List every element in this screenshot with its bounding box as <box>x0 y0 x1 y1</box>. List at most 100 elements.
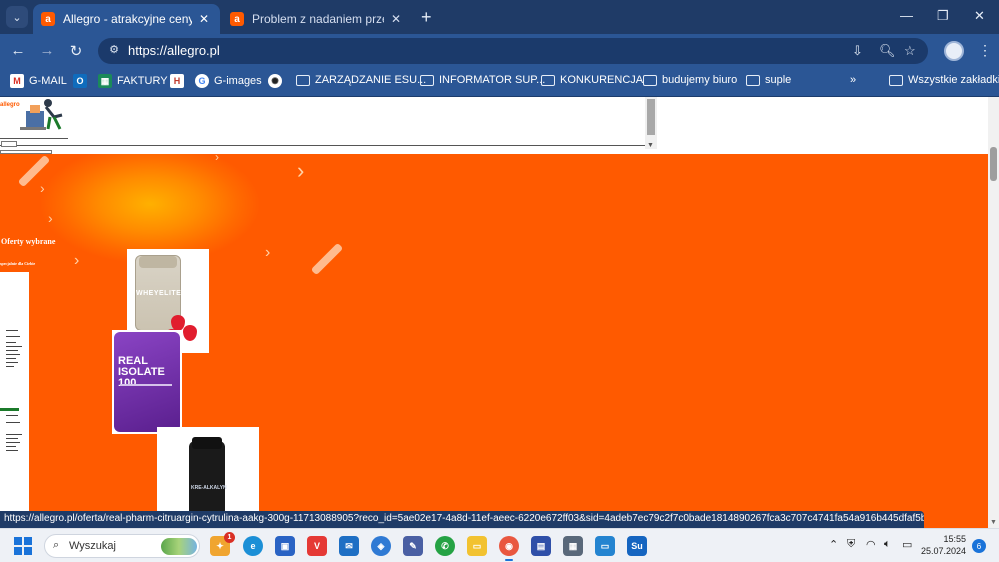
product-image: REAL ISOLATE 100 <box>114 332 180 432</box>
spreadsheet-icon: ▦ <box>98 74 112 88</box>
save-icon[interactable]: ▤ <box>531 536 551 556</box>
chevron-right-icon: › <box>74 252 80 269</box>
banner-decoration <box>17 154 51 188</box>
tab-title: Allegro - atrakcyjne ceny - Stron <box>63 12 192 26</box>
su-app-icon[interactable]: Su <box>627 536 647 556</box>
windows-taskbar: ⌕ Wyszukaj ✦ 1 e ▣ V ✉ ◈ ✎ ✆ ▭ ◉ ▤ ▦ ▭ Su… <box>0 528 999 562</box>
bookmark-chatgpt[interactable]: ✺ <box>268 74 287 88</box>
chevron-right-icon: › <box>215 150 219 164</box>
delivery-illustration-icon <box>20 99 63 130</box>
bookmarks-bar: M G-MAIL O ▦ FAKTURY H G G-images ✺ ZARZ… <box>0 68 999 97</box>
new-tab-icon[interactable]: + <box>421 7 432 28</box>
edge-icon[interactable]: e <box>243 536 263 556</box>
all-bookmarks-folder[interactable]: Wszystkie zakładki <box>889 74 999 86</box>
product-image: KRE-ALKALYN <box>189 437 227 513</box>
bookmark-folder-informator[interactable]: INFORMATOR SUP... <box>420 74 545 86</box>
vivaldi-icon[interactable]: V <box>307 536 327 556</box>
ms-store-icon[interactable]: ▣ <box>275 536 295 556</box>
folder-icon <box>541 74 555 86</box>
sidebar-column <box>0 272 29 512</box>
banner-decoration <box>310 242 344 276</box>
offers-section-title: Oferty wybrane <box>1 237 56 246</box>
minimize-icon[interactable]: — <box>900 8 913 23</box>
product-card[interactable]: REAL ISOLATE 100 <box>112 330 182 434</box>
taskbar-clock[interactable]: 15:55 25.07.2024 <box>920 533 966 557</box>
back-icon[interactable]: ← <box>8 42 28 59</box>
search-button[interactable] <box>1 141 17 147</box>
scrollbar-thumb[interactable] <box>647 99 655 135</box>
shield-icon[interactable]: ⛨ <box>847 538 855 551</box>
vpn-icon[interactable]: ◈ <box>371 536 391 556</box>
search-bar-line <box>0 145 645 146</box>
strawberry-icon <box>183 325 197 341</box>
zoom-icon[interactable]: 🔍︎ <box>879 43 896 59</box>
scroll-down-icon[interactable]: ▼ <box>647 142 654 149</box>
chevron-up-icon[interactable]: ⌃ <box>829 538 838 551</box>
install-app-icon[interactable]: ⇩ <box>852 43 863 59</box>
bookmark-folder-suple[interactable]: suple <box>746 74 791 86</box>
tab-title: Problem z nadaniem przesyłki - <box>252 12 384 26</box>
tab-strip: ⌄ a Allegro - atrakcyjne ceny - Stron ✕ … <box>0 0 999 34</box>
inner-scrollbar[interactable]: ▼ <box>645 97 657 149</box>
scroll-down-icon[interactable]: ▼ <box>990 519 997 526</box>
bookmark-folder-zarzadzanie[interactable]: ZARZĄDZANIE ESU... <box>296 74 426 86</box>
product-label: WHEYELITE <box>136 290 182 297</box>
folder-icon <box>420 74 434 86</box>
mail-icon[interactable]: ✉ <box>339 536 359 556</box>
allegro-favicon-icon: a <box>41 12 55 26</box>
chatgpt-icon: ✺ <box>268 74 282 88</box>
chevron-right-icon[interactable]: › <box>297 158 304 184</box>
bookmark-g-images[interactable]: G G-images <box>195 74 262 88</box>
forward-icon[interactable]: → <box>37 42 57 59</box>
page-scrollbar[interactable]: ▼ <box>988 97 999 528</box>
window-close-icon[interactable]: ✕ <box>974 8 985 24</box>
folder-icon <box>643 74 657 86</box>
tab-search-button[interactable]: ⌄ <box>6 6 28 28</box>
more-menu-icon[interactable]: ⋮ <box>978 42 992 59</box>
notification-badge[interactable]: 6 <box>972 539 986 553</box>
offers-section-subtitle: specjalnie dla Ciebie <box>0 261 36 266</box>
scrollbar-thumb[interactable] <box>990 147 997 181</box>
allegro-favicon-icon: a <box>230 12 244 26</box>
bookmark-folder-konkurencja[interactable]: KONKURENCJA <box>541 74 643 86</box>
wifi-icon[interactable]: ◠ <box>866 538 876 551</box>
folder-icon <box>296 74 310 86</box>
search-icon: ⌕ <box>53 539 60 551</box>
bookmark-folder-budujemy-biuro[interactable]: budujemy biuro <box>643 74 737 86</box>
store-app-icon[interactable]: ✦ 1 <box>210 532 235 556</box>
remote-desktop-icon[interactable]: ▭ <box>595 536 615 556</box>
photo-editor-icon[interactable]: ✎ <box>403 536 423 556</box>
allegro-logo[interactable]: allegro <box>0 102 20 108</box>
search-highlight-image <box>161 538 197 555</box>
product-label: KRE-ALKALYN <box>191 485 227 491</box>
bookmark-faktury[interactable]: ▦ FAKTURY <box>98 74 168 88</box>
site-info-icon[interactable]: ⚙ <box>106 43 122 59</box>
google-icon: G <box>195 74 209 88</box>
taskbar-search[interactable]: ⌕ Wyszukaj <box>44 534 200 558</box>
profile-avatar[interactable] <box>944 41 964 61</box>
calculator-icon[interactable]: ▦ <box>563 536 583 556</box>
url-text[interactable]: https://allegro.pl <box>128 43 220 58</box>
tab-allegro[interactable]: a Allegro - atrakcyjne ceny - Stron ✕ <box>33 4 220 34</box>
badge-bar <box>0 408 19 411</box>
whatsapp-icon[interactable]: ✆ <box>435 536 455 556</box>
bookmark-star-icon[interactable]: ☆ <box>904 43 916 59</box>
tab-problem[interactable]: a Problem z nadaniem przesyłki - ✕ <box>222 4 412 34</box>
close-icon[interactable]: ✕ <box>196 12 212 26</box>
reload-icon[interactable]: ↻ <box>66 42 86 60</box>
start-icon[interactable] <box>14 537 32 555</box>
chevron-right-icon: › <box>265 244 271 261</box>
battery-icon[interactable]: ▭ <box>902 538 912 551</box>
chrome-icon[interactable]: ◉ <box>499 536 519 561</box>
bookmark-outlook[interactable]: O <box>73 74 92 88</box>
chevron-down-icon: ⌄ <box>12 11 22 24</box>
bookmark-app[interactable]: H <box>170 74 189 88</box>
more-bookmarks-icon[interactable]: » <box>850 74 856 86</box>
bookmark-gmail[interactable]: M G-MAIL <box>10 74 67 88</box>
volume-icon[interactable]: 🔈︎ <box>884 538 891 551</box>
address-bar[interactable]: ⚙ https://allegro.pl ⇩ 🔍︎ ☆ <box>98 38 928 64</box>
restore-icon[interactable]: ❐ <box>937 8 949 24</box>
file-explorer-icon[interactable]: ▭ <box>467 536 487 556</box>
product-card[interactable]: KRE-ALKALYN <box>157 427 259 513</box>
close-icon[interactable]: ✕ <box>388 12 404 26</box>
